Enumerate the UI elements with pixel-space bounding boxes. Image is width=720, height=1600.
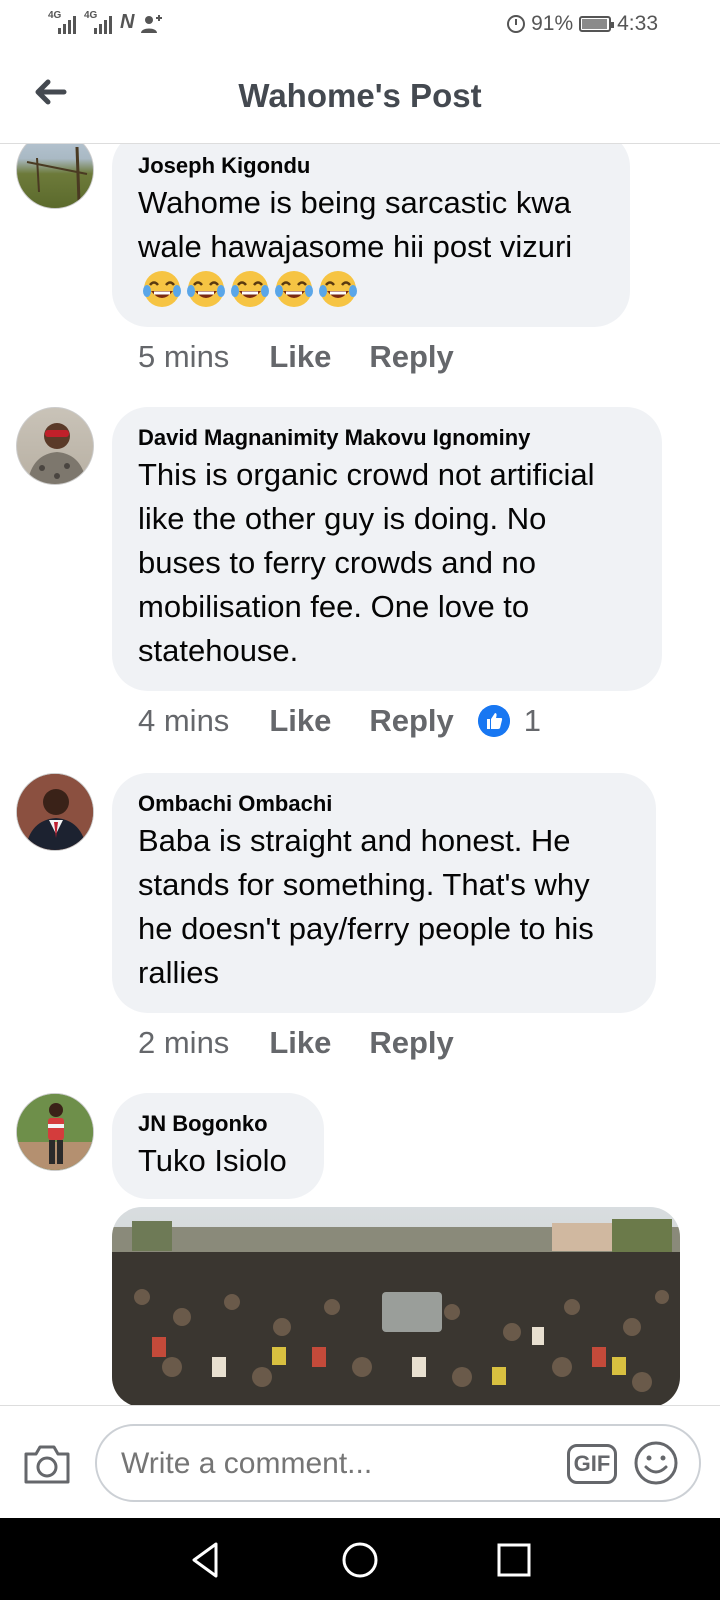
nav-recents-icon[interactable] (494, 1540, 534, 1580)
cell-signal-icon: 4G (48, 10, 78, 34)
page-title: Wahome's Post (238, 77, 482, 114)
comments-list[interactable]: Joseph Kigondu Wahome is being sarcastic… (0, 143, 720, 1405)
camera-icon[interactable] (22, 1442, 72, 1486)
comment-actions: 4 mins Like Reply 1 (138, 703, 541, 739)
avatar[interactable] (16, 773, 94, 851)
avatar[interactable] (16, 1093, 94, 1171)
avatar[interactable] (16, 407, 94, 485)
post-header: Wahome's Post (0, 50, 720, 144)
like-button[interactable]: Like (269, 339, 331, 375)
person-add-icon (141, 15, 163, 33)
comment-author[interactable]: Ombachi Ombachi (138, 789, 630, 819)
comment-bubble[interactable]: Ombachi Ombachi Baba is straight and hon… (112, 773, 656, 1013)
clock-time: 4:33 (617, 12, 658, 35)
comment-author[interactable]: Joseph Kigondu (138, 151, 604, 181)
comment-photo[interactable] (112, 1207, 680, 1405)
comment-text: Wahome is being sarcastic kwa wale hawaj… (138, 181, 604, 313)
comment-bubble[interactable]: Joseph Kigondu Wahome is being sarcastic… (112, 143, 630, 327)
alarm-icon (507, 15, 526, 33)
face-with-tears-of-joy-icon (319, 271, 357, 307)
comment-actions: 5 mins Like Reply (138, 339, 492, 375)
battery-percent: 91% (531, 12, 574, 35)
face-with-tears-of-joy-icon (143, 271, 181, 307)
face-with-tears-of-joy-icon (275, 271, 313, 307)
comment-text: Tuko Isiolo (138, 1143, 287, 1178)
avatar[interactable] (16, 143, 94, 209)
nav-home-icon[interactable] (340, 1540, 380, 1580)
gif-button[interactable]: GIF (567, 1444, 617, 1484)
reaction-count[interactable]: 1 (524, 703, 541, 739)
nfc-icon: N (120, 11, 135, 33)
system-nav-bar (0, 1518, 720, 1600)
comment-input[interactable] (119, 1446, 543, 1482)
comment-actions: 2 mins Like Reply (138, 1025, 492, 1061)
battery-icon (579, 16, 615, 32)
comment-input-box[interactable]: GIF (95, 1424, 701, 1502)
comment-composer: GIF (0, 1405, 720, 1519)
status-bar: 4G 4G N 91% 4:33 (0, 0, 720, 50)
comment-text-body: Wahome is being sarcastic kwa wale hawaj… (138, 185, 573, 264)
reply-button[interactable]: Reply (369, 1025, 453, 1061)
comment-author[interactable]: David Magnanimity Makovu Ignominy (138, 423, 636, 453)
face-with-tears-of-joy-icon (231, 271, 269, 307)
emoji-icon[interactable] (633, 1440, 679, 1486)
nav-back-icon[interactable] (186, 1540, 226, 1580)
like-button[interactable]: Like (269, 703, 331, 739)
comment-bubble[interactable]: JN Bogonko Tuko Isiolo (112, 1093, 324, 1199)
reply-button[interactable]: Reply (369, 339, 453, 375)
comment-bubble[interactable]: David Magnanimity Makovu Ignominy This i… (112, 407, 662, 691)
comment-time[interactable]: 2 mins (138, 1025, 229, 1061)
comment-text: Baba is straight and honest. He stands f… (138, 823, 594, 990)
comment-author[interactable]: JN Bogonko (138, 1109, 298, 1139)
comment-text: This is organic crowd not artificial lik… (138, 457, 595, 668)
comment-time[interactable]: 4 mins (138, 703, 229, 739)
face-with-tears-of-joy-icon (187, 271, 225, 307)
thumbs-up-icon[interactable] (477, 705, 510, 737)
cell-signal-icon-2: 4G (84, 10, 114, 34)
comment-time[interactable]: 5 mins (138, 339, 229, 375)
reply-button[interactable]: Reply (369, 703, 453, 739)
like-button[interactable]: Like (269, 1025, 331, 1061)
